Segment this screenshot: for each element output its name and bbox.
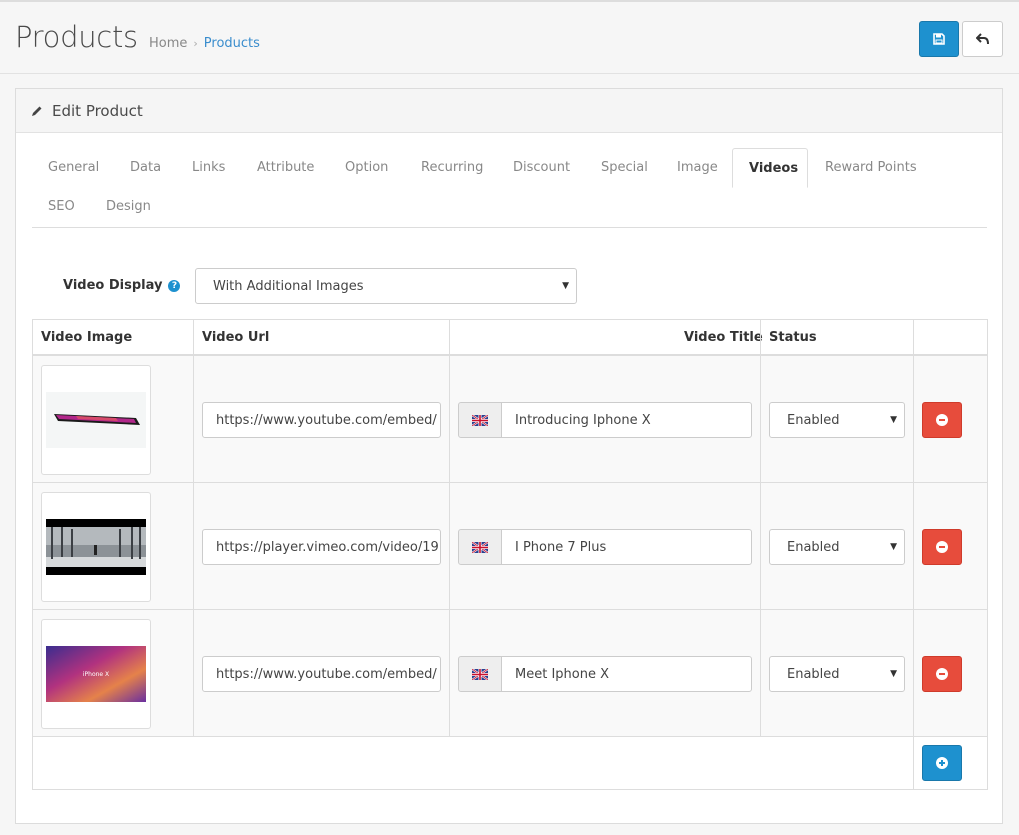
status-select[interactable]: Enabled ▼ [769,529,905,565]
caret-down-icon: ▼ [890,542,897,552]
uk-flag-icon [472,541,488,553]
plus-circle-icon [936,757,948,769]
caret-down-icon: ▼ [890,415,897,425]
thumbnail-image-street [46,519,146,575]
video-display-label: Video Display ? [63,278,181,293]
breadcrumb-home[interactable]: Home [149,36,187,51]
table-header-row [33,320,987,356]
caret-down-icon: ▼ [562,281,569,291]
back-button[interactable] [962,21,1003,57]
remove-video-button[interactable] [922,529,962,565]
tab-data[interactable]: Data [114,148,177,187]
status-value: Enabled [787,666,840,682]
uk-flag-icon [472,668,488,680]
column-divider [760,320,761,737]
tab-reward-points[interactable]: Reward Points [809,148,933,187]
video-title-input[interactable]: Introducing Iphone X [501,402,752,438]
header-video-url: Video Url [202,320,270,356]
minus-circle-icon [936,541,948,553]
caret-down-icon: ▼ [890,669,897,679]
status-select[interactable]: Enabled ▼ [769,402,905,438]
help-icon[interactable]: ? [168,279,181,292]
page-title: Products [15,20,138,54]
column-divider [193,320,194,737]
panel-heading: Edit Product [16,89,1002,133]
breadcrumb-products[interactable]: Products [204,36,260,51]
panel-title: Edit Product [52,101,143,120]
video-display-select[interactable]: With Additional Images ▼ [195,268,577,304]
video-thumbnail[interactable]: iPhone X [41,619,151,729]
uk-flag-icon [472,414,488,426]
video-thumbnail[interactable] [41,492,151,602]
thumbnail-text: iPhone X [83,671,109,678]
pencil-icon [32,106,42,116]
tab-attribute[interactable]: Attribute [241,148,330,187]
table-row: https://www.youtube.com/embed/ Introduci… [33,356,987,483]
video-thumbnail[interactable] [41,365,151,475]
tab-recurring[interactable]: Recurring [405,148,499,187]
table-row: iPhone X https://www.youtube.com/embed/ … [33,610,987,737]
tab-discount[interactable]: Discount [497,148,586,187]
tab-general[interactable]: General [32,148,115,187]
save-icon [933,33,945,45]
tab-seo[interactable]: SEO [32,187,91,226]
tab-design[interactable]: Design [90,187,167,226]
status-select[interactable]: Enabled ▼ [769,656,905,692]
add-video-button[interactable] [922,745,962,781]
videos-table: Video Image Video Url Video Title Status… [32,319,988,790]
status-value: Enabled [787,412,840,428]
minus-circle-icon [936,668,948,680]
column-divider [913,320,914,789]
video-title-input[interactable]: Meet Iphone X [501,656,752,692]
header-video-image: Video Image [41,320,133,356]
edit-product-panel: Edit Product General Data Links Attribut… [15,88,1003,824]
reply-icon [975,33,989,45]
video-display-label-text: Video Display [63,278,163,293]
product-tabs: General Data Links Attribute Option Recu… [32,148,987,228]
video-url-input[interactable]: https://www.youtube.com/embed/ [202,402,441,438]
remove-video-button[interactable] [922,402,962,438]
save-button[interactable] [919,21,959,57]
minus-circle-icon [936,414,948,426]
thumbnail-image-gradient: iPhone X [46,646,146,702]
tab-videos[interactable]: Videos [732,148,808,188]
breadcrumb-separator: › [193,37,198,50]
tab-option[interactable]: Option [329,148,404,187]
page-header: Products Home › Products [0,2,1019,74]
tab-links[interactable]: Links [176,148,241,187]
language-flag [458,656,502,692]
status-value: Enabled [787,539,840,555]
language-flag [458,402,502,438]
language-flag [458,529,502,565]
column-divider [449,320,450,737]
thumbnail-image-phone [46,392,146,448]
tab-special[interactable]: Special [585,148,664,187]
table-row: https://player.vimeo.com/video/19 I Phon… [33,483,987,610]
remove-video-button[interactable] [922,656,962,692]
video-display-value: With Additional Images [213,278,364,294]
video-url-input[interactable]: https://www.youtube.com/embed/ [202,656,441,692]
header-status: Status [769,320,817,356]
header-video-title: Video Title [684,320,763,356]
video-url-input[interactable]: https://player.vimeo.com/video/19 [202,529,441,565]
breadcrumb: Home › Products [149,36,260,51]
tab-image[interactable]: Image [661,148,734,187]
video-title-input[interactable]: I Phone 7 Plus [501,529,752,565]
